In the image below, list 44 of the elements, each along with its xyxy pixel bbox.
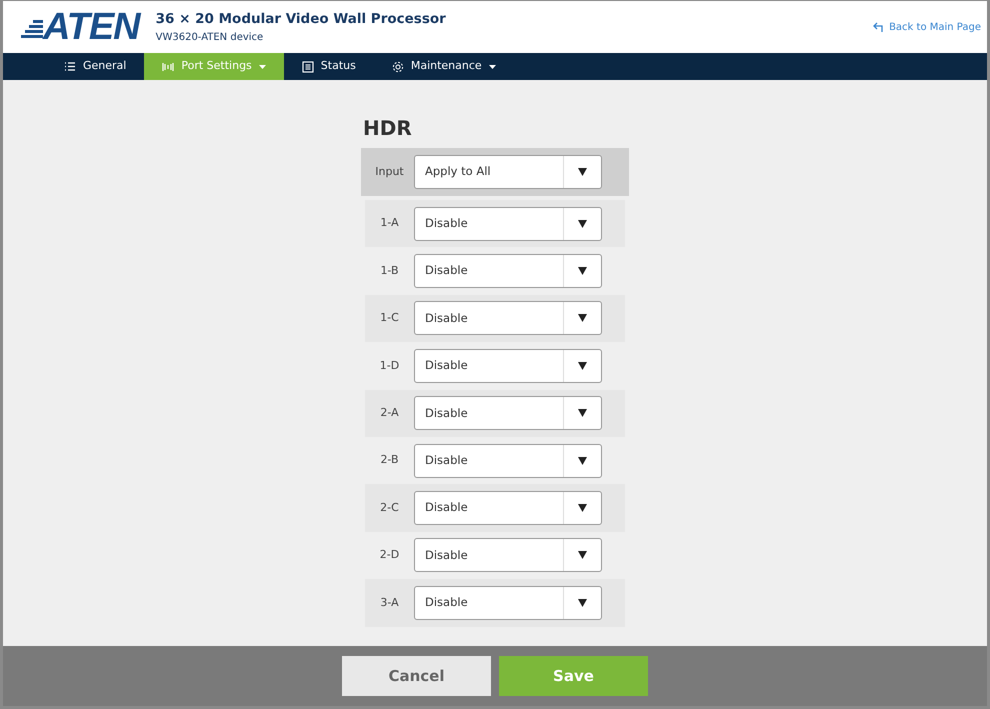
dropdown-field[interactable]: Disable bbox=[414, 206, 602, 241]
signal-icon bbox=[162, 60, 174, 72]
dropdown-arrow-icon bbox=[578, 168, 587, 176]
nav-tab[interactable]: Maintenance bbox=[374, 53, 514, 80]
dropdown-arrow-icon bbox=[578, 314, 587, 322]
port-label: 1-C bbox=[379, 310, 400, 326]
port-label: 2-A bbox=[379, 405, 400, 421]
dropdown-field[interactable]: Disable bbox=[414, 444, 602, 478]
cancel-button[interactable]: Cancel bbox=[342, 656, 491, 696]
port-label: 1-D bbox=[378, 358, 400, 374]
section-heading: HDR bbox=[363, 116, 413, 140]
gear-icon bbox=[392, 60, 404, 72]
dropdown-arrow-icon bbox=[578, 409, 587, 418]
port-label: 1-A bbox=[379, 215, 400, 232]
nav-tab[interactable]: Status bbox=[284, 53, 374, 80]
dropdown-field[interactable]: Disable bbox=[414, 586, 602, 620]
back-link[interactable]: Back to Main Page bbox=[873, 20, 981, 34]
dropdown-arrow-icon bbox=[578, 551, 587, 560]
dropdown-arrow-icon bbox=[578, 456, 587, 465]
dropdown-field[interactable]: Disable bbox=[414, 348, 602, 383]
dropdown-field[interactable]: Disable bbox=[414, 396, 602, 430]
return-arrow-icon bbox=[873, 22, 886, 32]
port-label: 2-B bbox=[379, 452, 400, 468]
field-label: Input bbox=[374, 164, 405, 180]
port-label: 1-B bbox=[379, 262, 400, 279]
dropdown-arrow-icon bbox=[578, 267, 587, 276]
dropdown-field[interactable]: Disable bbox=[414, 491, 602, 526]
page-title: 36 × 20 Modular Video Wall Processor bbox=[156, 10, 447, 30]
list-icon bbox=[64, 60, 76, 72]
port-label: 2-C bbox=[379, 500, 400, 516]
nav-tab[interactable]: General bbox=[46, 53, 144, 80]
port-label: 3-A bbox=[379, 594, 400, 611]
dropdown-field[interactable]: Disable bbox=[414, 538, 602, 572]
device-name: VW3620-ATEN device bbox=[156, 30, 264, 45]
dropdown-field[interactable]: Disable bbox=[414, 301, 602, 336]
dropdown-field[interactable]: Disable bbox=[414, 254, 602, 288]
dropdown-arrow-icon bbox=[578, 362, 587, 370]
dropdown-arrow-icon bbox=[578, 598, 587, 607]
port-label: 2-D bbox=[378, 547, 400, 564]
dropdown-arrow-icon bbox=[578, 220, 587, 228]
document-icon bbox=[302, 60, 314, 72]
dropdown-field[interactable]: Apply to All bbox=[414, 155, 602, 189]
dropdown-arrow-icon bbox=[578, 504, 587, 512]
logo: ATEN bbox=[43, 8, 140, 46]
